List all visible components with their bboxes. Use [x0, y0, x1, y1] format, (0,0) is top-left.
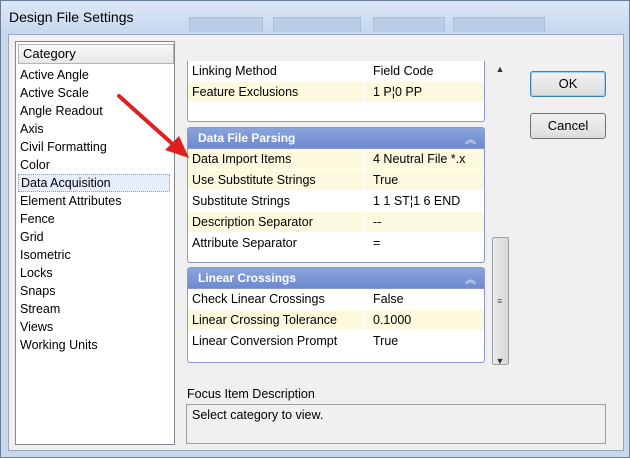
window-title: Design File Settings — [9, 9, 134, 25]
category-item-element-attributes[interactable]: Element Attributes — [18, 192, 170, 210]
background-tab — [373, 17, 445, 32]
background-tab — [453, 17, 545, 32]
category-item-snaps[interactable]: Snaps — [18, 282, 170, 300]
group-header-data-file-parsing[interactable]: Data File Parsing ︽ — [188, 128, 484, 149]
category-item-fence[interactable]: Fence — [18, 210, 170, 228]
property-value[interactable]: 1 P¦0 PP — [364, 82, 484, 102]
grip-icon: ≡ — [497, 296, 503, 306]
category-item-locks[interactable]: Locks — [18, 264, 170, 282]
category-item-data-acquisition[interactable]: Data Acquisition — [18, 174, 170, 192]
property-row[interactable]: Data Import Items 4 Neutral File *.x — [188, 149, 484, 170]
property-value[interactable]: False — [364, 289, 484, 309]
category-item-isometric[interactable]: Isometric — [18, 246, 170, 264]
collapse-chevrons-icon[interactable]: ︽ — [465, 131, 476, 147]
property-value[interactable]: 4 Neutral File *.x — [364, 149, 484, 169]
ok-button[interactable]: OK — [530, 71, 606, 97]
property-name: Linear Crossing Tolerance — [188, 310, 364, 330]
title-bar: Design File Settings — [1, 1, 629, 33]
background-tab — [189, 17, 263, 32]
scroll-up-icon[interactable]: ▲ — [491, 61, 509, 77]
category-item-grid[interactable]: Grid — [18, 228, 170, 246]
property-value[interactable]: -- — [364, 212, 484, 232]
property-row[interactable]: Linear Conversion Prompt True — [188, 331, 484, 352]
property-value[interactable]: Field Code — [364, 61, 484, 81]
property-name: Data Import Items — [188, 149, 364, 169]
category-header[interactable]: Category — [18, 44, 174, 64]
property-name: Linear Conversion Prompt — [192, 334, 338, 348]
property-value[interactable]: True — [364, 170, 484, 190]
property-name: Check Linear Crossings — [192, 292, 325, 306]
group-data-file-parsing: Data File Parsing ︽ Data Import Items 4 … — [187, 127, 485, 263]
property-row[interactable]: Linear Crossing Tolerance 0.1000 — [188, 310, 484, 331]
group-title: Data File Parsing — [198, 131, 296, 145]
background-tab — [273, 17, 361, 32]
property-name: Substitute Strings — [192, 194, 290, 208]
property-value[interactable]: 1 1 ST¦1 6 END — [364, 191, 484, 211]
property-row[interactable]: Feature Exclusions 1 P¦0 PP — [188, 82, 484, 103]
scrollbar-thumb[interactable]: ≡ — [492, 237, 509, 365]
property-name: Attribute Separator — [192, 236, 297, 250]
property-row[interactable]: Substitute Strings 1 1 ST¦1 6 END — [188, 191, 484, 212]
property-value[interactable]: True — [364, 331, 484, 351]
property-name: Feature Exclusions — [188, 82, 364, 102]
scroll-down-icon[interactable]: ▼ — [491, 353, 509, 369]
focus-item-label: Focus Item Description — [187, 387, 315, 401]
property-name: Description Separator — [188, 212, 364, 232]
dialog-window: Design File Settings Category Active Ang… — [0, 0, 630, 458]
property-value[interactable]: 0.1000 — [364, 310, 484, 330]
category-item-stream[interactable]: Stream — [18, 300, 170, 318]
property-panel: Linking Method Field Code Feature Exclus… — [179, 41, 509, 375]
group-linear-crossings: Linear Crossings ︽ Check Linear Crossing… — [187, 267, 485, 363]
property-row[interactable]: Attribute Separator = — [188, 233, 484, 254]
property-row[interactable]: Check Linear Crossings False — [188, 289, 484, 310]
dialog-client: Category Active Angle Active Scale Angle… — [8, 34, 624, 451]
property-name: Linking Method — [192, 64, 277, 78]
property-row[interactable]: Linking Method Field Code — [188, 61, 484, 82]
property-value[interactable]: = — [364, 233, 484, 253]
group-header-linear-crossings[interactable]: Linear Crossings ︽ — [188, 268, 484, 289]
vertical-scrollbar[interactable]: ▲ ≡ ▼ — [491, 61, 509, 369]
category-item-working-units[interactable]: Working Units — [18, 336, 170, 354]
red-arrow-annotation — [117, 94, 189, 158]
focus-description-box: Select category to view. — [186, 404, 606, 444]
cancel-button[interactable]: Cancel — [530, 113, 606, 139]
group-previous: Linking Method Field Code Feature Exclus… — [187, 61, 485, 122]
category-item-active-angle[interactable]: Active Angle — [18, 66, 170, 84]
property-row[interactable]: Use Substitute Strings True — [188, 170, 484, 191]
property-name: Use Substitute Strings — [188, 170, 364, 190]
collapse-chevrons-icon[interactable]: ︽ — [465, 271, 476, 287]
category-item-views[interactable]: Views — [18, 318, 170, 336]
property-row[interactable]: Description Separator -- — [188, 212, 484, 233]
focus-description-text: Select category to view. — [192, 408, 324, 422]
group-title: Linear Crossings — [198, 271, 297, 285]
